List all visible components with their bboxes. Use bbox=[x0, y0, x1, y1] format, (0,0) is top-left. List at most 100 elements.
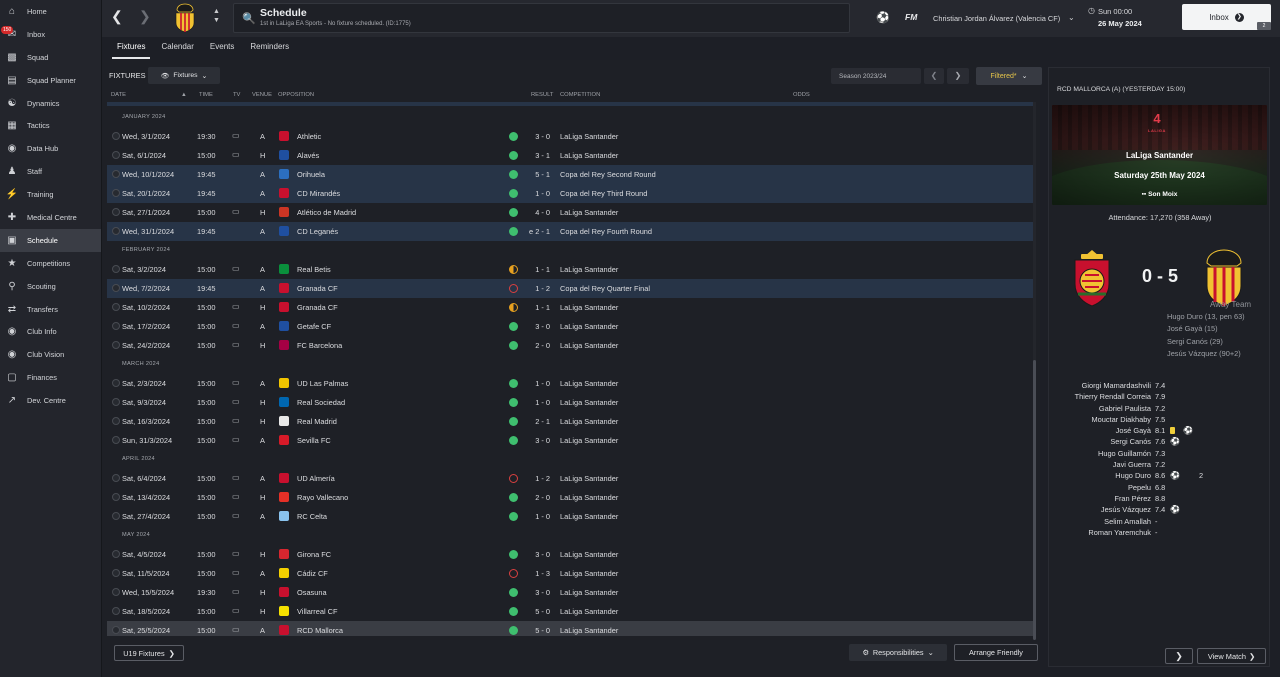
opposition-name[interactable]: RCD Mallorca bbox=[297, 626, 343, 635]
row-select-checkbox[interactable] bbox=[112, 379, 120, 387]
sidebar-item-tactics[interactable]: ▦ Tactics bbox=[0, 114, 101, 137]
match-competition[interactable]: LaLiga Santander bbox=[560, 436, 618, 445]
sidebar-item-transfers[interactable]: ⇄ Transfers bbox=[0, 298, 101, 321]
row-select-checkbox[interactable] bbox=[112, 189, 120, 197]
player-rating-row[interactable]: Hugo Duro 8.6 ⚽ 2 bbox=[1049, 470, 1271, 481]
row-select-checkbox[interactable] bbox=[112, 151, 120, 159]
player-rating-row[interactable]: Javi Guerra 7.2 bbox=[1049, 459, 1271, 470]
match-competition[interactable]: LaLiga Santander bbox=[560, 341, 618, 350]
match-result[interactable]: e 2 - 1 bbox=[529, 227, 550, 236]
match-competition[interactable]: LaLiga Santander bbox=[560, 474, 618, 483]
col-venue[interactable]: VENUE bbox=[252, 92, 272, 98]
u19-fixtures-button[interactable]: U19 Fixtures ❯ bbox=[114, 645, 184, 661]
sidebar-item-competitions[interactable]: ★ Competitions bbox=[0, 252, 101, 275]
opposition-name[interactable]: UD Almería bbox=[297, 474, 335, 483]
opposition-name[interactable]: Girona FC bbox=[297, 550, 331, 559]
scrollbar-thumb[interactable] bbox=[1033, 360, 1036, 640]
row-select-checkbox[interactable] bbox=[112, 493, 120, 501]
next-arrow-icon[interactable]: ❯ bbox=[1165, 648, 1193, 664]
opposition-name[interactable]: Real Sociedad bbox=[297, 398, 345, 407]
match-result[interactable]: 2 - 0 bbox=[535, 341, 550, 350]
player-name[interactable]: Fran Pérez bbox=[1114, 493, 1151, 504]
up-down-arrows-icon[interactable]: ▲ ▼ bbox=[213, 7, 220, 25]
player-name[interactable]: Roman Yaremchuk bbox=[1088, 527, 1151, 538]
row-select-checkbox[interactable] bbox=[112, 398, 120, 406]
match-result[interactable]: 3 - 1 bbox=[535, 151, 550, 160]
responsibilities-button[interactable]: ⚙ Responsibilities ⌄ bbox=[849, 644, 947, 661]
table-row[interactable]: Sat, 18/5/2024 15:00 ▭ H Villarreal CF 5 - 0 L… bbox=[107, 602, 1033, 621]
table-row[interactable]: Sat, 2/3/2024 15:00 ▭ A UD Las Palmas 1 - 0 La… bbox=[107, 374, 1033, 393]
player-rating-row[interactable]: José Gayà 8.1 ⚽ bbox=[1049, 425, 1271, 436]
manager-name[interactable]: Christian Jordan Álvarez (Valencia CF) bbox=[933, 14, 1060, 23]
table-row[interactable]: Sat, 17/2/2024 15:00 ▭ A Getafe CF 3 - 0 LaLig… bbox=[107, 317, 1033, 336]
match-result[interactable]: 3 - 0 bbox=[535, 322, 550, 331]
table-row[interactable]: Wed, 3/1/2024 19:30 ▭ A Athletic 3 - 0 LaLiga … bbox=[107, 127, 1033, 146]
match-result[interactable]: 5 - 0 bbox=[535, 607, 550, 616]
table-row[interactable] bbox=[107, 102, 1033, 106]
row-select-checkbox[interactable] bbox=[112, 417, 120, 425]
match-result[interactable]: 1 - 0 bbox=[535, 398, 550, 407]
match-competition[interactable]: LaLiga Santander bbox=[560, 550, 618, 559]
football-icon[interactable]: ⚽ bbox=[876, 11, 890, 24]
match-result[interactable]: 3 - 0 bbox=[535, 132, 550, 141]
opposition-name[interactable]: UD Las Palmas bbox=[297, 379, 348, 388]
col-competition[interactable]: COMPETITION bbox=[560, 92, 600, 98]
table-row[interactable]: Sat, 9/3/2024 15:00 ▭ H Real Sociedad 1 - 0 La… bbox=[107, 393, 1033, 412]
opposition-name[interactable]: Real Betis bbox=[297, 265, 331, 274]
arrange-friendly-button[interactable]: Arrange Friendly bbox=[954, 644, 1038, 661]
tab-fixtures[interactable]: Fixtures bbox=[112, 40, 151, 59]
sidebar-item-finances[interactable]: ▢ Finances bbox=[0, 366, 101, 389]
valencia-away-crest-icon[interactable] bbox=[1201, 248, 1247, 308]
player-rating-row[interactable]: Sergi Canós 7.6 ⚽ bbox=[1049, 436, 1271, 447]
table-row[interactable]: Sat, 3/2/2024 15:00 ▭ A Real Betis 1 - 1 LaLig… bbox=[107, 260, 1033, 279]
table-row[interactable]: Wed, 7/2/2024 19:45 A Granada CF 1 - 2 Copa d… bbox=[107, 279, 1033, 298]
notification-badge[interactable]: 2 bbox=[1257, 22, 1271, 30]
sidebar-item-inbox[interactable]: ✉ Inbox 150 bbox=[0, 23, 101, 46]
match-competition[interactable]: Copa del Rey Fourth Round bbox=[560, 227, 652, 236]
player-rating-row[interactable]: Hugo Guillamón 7.3 bbox=[1049, 448, 1271, 459]
sidebar-item-club-vision[interactable]: ◉ Club Vision bbox=[0, 343, 101, 366]
row-select-checkbox[interactable] bbox=[112, 341, 120, 349]
match-result[interactable]: 4 - 0 bbox=[535, 208, 550, 217]
opposition-name[interactable]: Getafe CF bbox=[297, 322, 331, 331]
sidebar-item-squad[interactable]: ▩ Squad bbox=[0, 46, 101, 69]
forward-arrow-icon[interactable]: ❯ bbox=[139, 8, 151, 25]
opposition-name[interactable]: Sevilla FC bbox=[297, 436, 331, 445]
sidebar-item-dynamics[interactable]: ☯ Dynamics bbox=[0, 92, 101, 115]
sidebar-item-medical-centre[interactable]: ✚ Medical Centre bbox=[0, 206, 101, 229]
table-row[interactable]: Wed, 31/1/2024 19:45 A CD Leganés e 2 - 1 Cop… bbox=[107, 222, 1033, 241]
fm-logo[interactable]: FM bbox=[905, 12, 917, 22]
match-result[interactable]: 1 - 1 bbox=[535, 303, 550, 312]
match-result[interactable]: 2 - 1 bbox=[535, 417, 550, 426]
match-competition[interactable]: Copa del Rey Second Round bbox=[560, 170, 656, 179]
table-row[interactable]: Wed, 15/5/2024 19:30 ▭ H Osasuna 3 - 0 LaLiga … bbox=[107, 583, 1033, 602]
opposition-name[interactable]: Rayo Vallecano bbox=[297, 493, 348, 502]
player-name[interactable]: Selim Amallah bbox=[1104, 516, 1151, 527]
match-result[interactable]: 1 - 0 bbox=[535, 189, 550, 198]
filter-button[interactable]: Filtered* ⌄ bbox=[976, 67, 1042, 85]
match-result[interactable]: 1 - 2 bbox=[535, 284, 550, 293]
match-result[interactable]: 1 - 1 bbox=[535, 265, 550, 274]
col-opposition[interactable]: OPPOSITION bbox=[278, 92, 314, 98]
row-select-checkbox[interactable] bbox=[112, 284, 120, 292]
player-name[interactable]: José Gayà bbox=[1116, 425, 1151, 436]
sidebar-item-club-info[interactable]: ◉ Club Info bbox=[0, 320, 101, 343]
player-name[interactable]: Javi Guerra bbox=[1113, 459, 1151, 470]
opposition-name[interactable]: CD Leganés bbox=[297, 227, 338, 236]
row-select-checkbox[interactable] bbox=[112, 569, 120, 577]
match-competition[interactable]: LaLiga Santander bbox=[560, 626, 618, 635]
sidebar-item-schedule[interactable]: ▣ Schedule bbox=[0, 228, 101, 252]
opposition-name[interactable]: Athletic bbox=[297, 132, 321, 141]
match-result[interactable]: 2 - 0 bbox=[535, 493, 550, 502]
opposition-name[interactable]: Orihuela bbox=[297, 170, 325, 179]
opposition-name[interactable]: Granada CF bbox=[297, 284, 338, 293]
row-select-checkbox[interactable] bbox=[112, 265, 120, 273]
row-select-checkbox[interactable] bbox=[112, 208, 120, 216]
match-competition[interactable]: LaLiga Santander bbox=[560, 607, 618, 616]
match-competition[interactable]: LaLiga Santander bbox=[560, 569, 618, 578]
opposition-name[interactable]: Atlético de Madrid bbox=[297, 208, 356, 217]
match-competition[interactable]: Copa del Rey Quarter Final bbox=[560, 284, 650, 293]
table-row[interactable]: Sat, 24/2/2024 15:00 ▭ H FC Barcelona 2 - 0 La… bbox=[107, 336, 1033, 355]
sidebar-item-training[interactable]: ⚡ Training bbox=[0, 183, 101, 206]
opposition-name[interactable]: Cádiz CF bbox=[297, 569, 328, 578]
